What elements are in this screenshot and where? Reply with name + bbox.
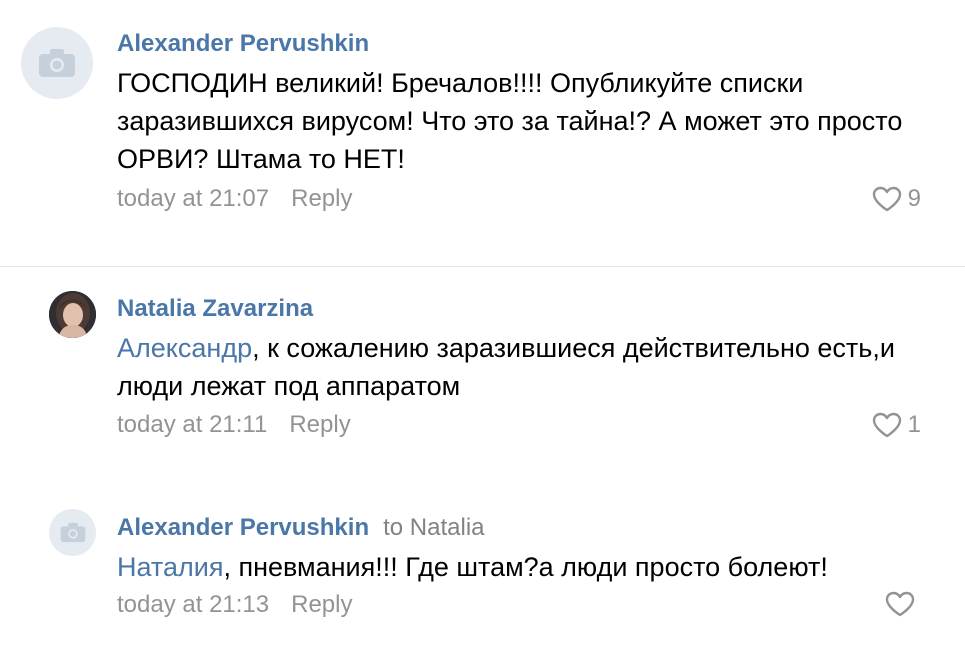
comment-1: Alexander Pervushkin ГОСПОДИН великий! Б… <box>0 0 965 266</box>
like-count: 1 <box>907 411 921 438</box>
author-name[interactable]: Natalia Zavarzina <box>117 295 313 322</box>
comment-text: Александр, к сожалению заразившиеся дейс… <box>117 329 937 405</box>
author-line: Alexander Pervushkin to Natalia <box>117 514 485 542</box>
like-count: 9 <box>907 185 921 212</box>
reply-button[interactable]: Reply <box>291 591 352 618</box>
heart-icon <box>885 591 915 617</box>
camera-icon <box>39 49 75 77</box>
reply-to-label[interactable]: to Natalia <box>383 514 484 541</box>
mention-link[interactable]: Александр <box>117 333 252 363</box>
timestamp[interactable]: today at 21:11 <box>117 411 267 438</box>
comment-meta: today at 21:07 Reply <box>117 185 352 213</box>
author-line: Alexander Pervushkin <box>117 30 369 58</box>
like-button[interactable]: 1 <box>872 411 921 439</box>
comment-meta: today at 21:13 Reply <box>117 591 352 619</box>
author-name[interactable]: Alexander Pervushkin <box>117 514 369 541</box>
heart-icon <box>872 412 901 438</box>
comment-meta: today at 21:11 Reply <box>117 411 351 439</box>
like-button[interactable] <box>885 591 921 617</box>
avatar-alexander[interactable] <box>49 509 96 556</box>
timestamp[interactable]: today at 21:13 <box>117 591 269 618</box>
reply-button[interactable]: Reply <box>291 185 352 212</box>
comment-3: Alexander Pervushkin to Natalia Наталия, … <box>0 487 965 647</box>
author-line: Natalia Zavarzina <box>117 295 313 323</box>
profile-photo <box>49 291 96 338</box>
like-button[interactable]: 9 <box>872 185 921 213</box>
camera-icon <box>60 522 85 543</box>
comment-body: , пневмания!!! Где штам?а люди просто бо… <box>223 552 828 582</box>
heart-icon <box>872 186 901 212</box>
comment-2: Natalia Zavarzina Александр, к сожалению… <box>0 267 965 467</box>
avatar-alexander[interactable] <box>21 27 93 99</box>
comment-body: ГОСПОДИН великий! Бречалов!!!! Опубликуй… <box>117 68 903 174</box>
comment-text: ГОСПОДИН великий! Бречалов!!!! Опубликуй… <box>117 64 937 178</box>
reply-button[interactable]: Reply <box>289 411 350 438</box>
avatar-natalia[interactable] <box>49 291 96 338</box>
author-name[interactable]: Alexander Pervushkin <box>117 30 369 57</box>
timestamp[interactable]: today at 21:07 <box>117 185 269 212</box>
comment-text: Наталия, пневмания!!! Где штам?а люди пр… <box>117 548 937 586</box>
mention-link[interactable]: Наталия <box>117 552 223 582</box>
